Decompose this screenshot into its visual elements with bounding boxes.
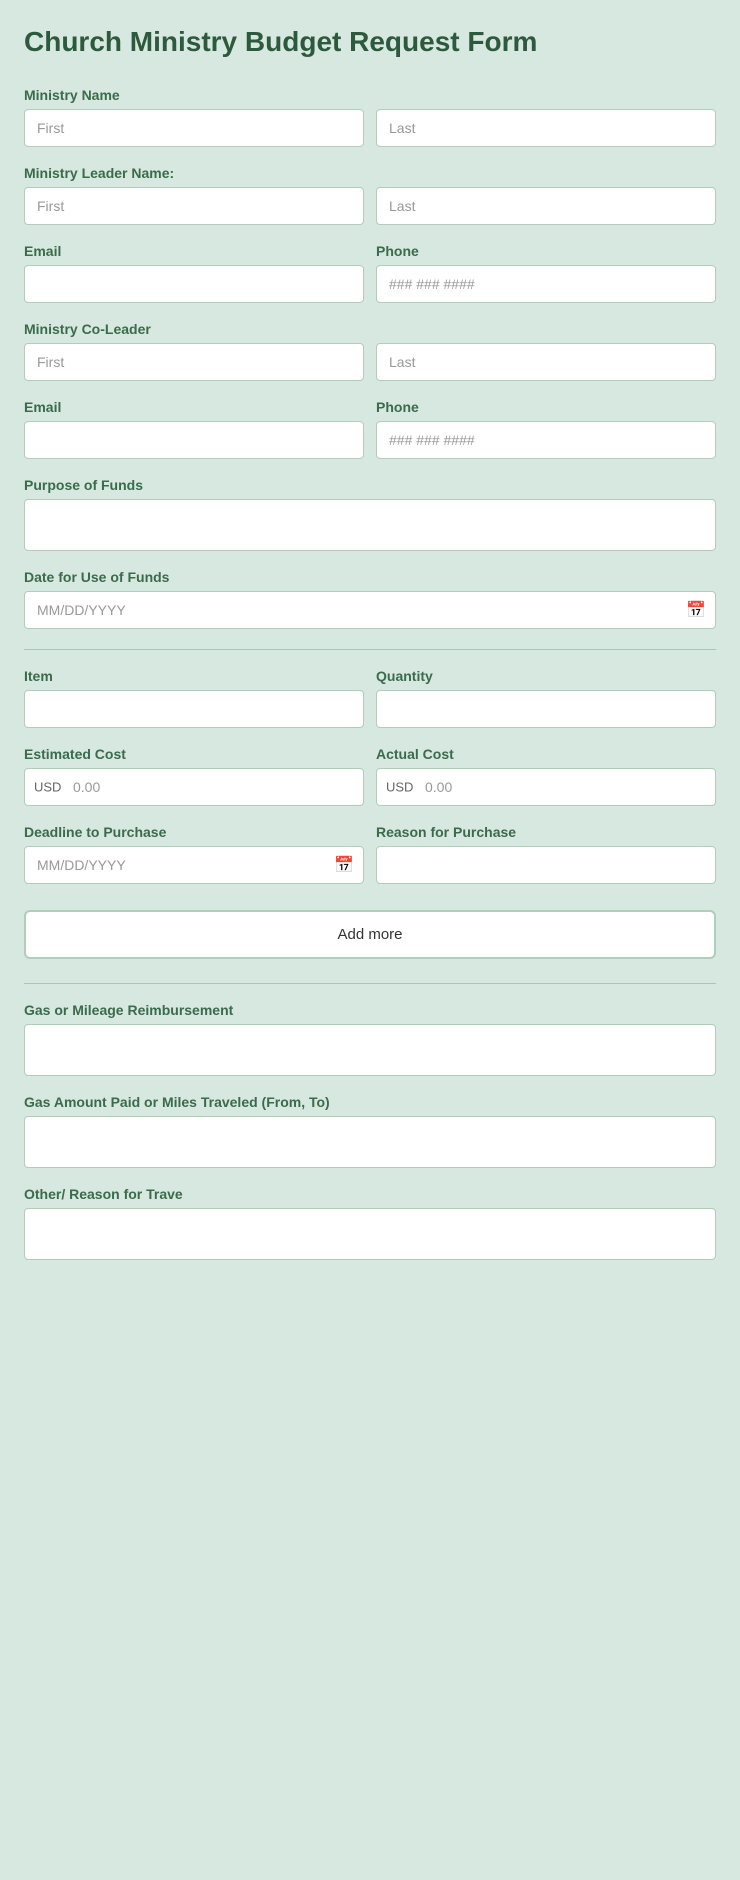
other-reason-label: Other/ Reason for Trave — [24, 1186, 716, 1202]
date-use-input-wrapper: 📅 — [24, 591, 716, 629]
coleader-section: Ministry Co-Leader — [24, 321, 716, 381]
other-reason-input[interactable] — [24, 1208, 716, 1260]
page-title: Church Ministry Budget Request Form — [24, 24, 716, 59]
deadline-col: Deadline to Purchase 📅 — [24, 824, 364, 884]
ministry-name-row — [24, 109, 716, 147]
item-quantity-row: Item Quantity — [24, 668, 716, 728]
date-use-label: Date for Use of Funds — [24, 569, 716, 585]
leader-contact-section: Email Phone — [24, 243, 716, 303]
purpose-label: Purpose of Funds — [24, 477, 716, 493]
leader-phone-col: Phone — [376, 243, 716, 303]
coleader-phone-label: Phone — [376, 399, 716, 415]
estimated-cost-col: Estimated Cost USD — [24, 746, 364, 806]
ministry-name-section: Ministry Name — [24, 87, 716, 147]
coleader-last-input[interactable] — [376, 343, 716, 381]
coleader-contact-row: Email Phone — [24, 399, 716, 459]
gas-amount-label: Gas Amount Paid or Miles Traveled (From,… — [24, 1094, 716, 1110]
estimated-cost-wrapper: USD — [24, 768, 364, 806]
ministry-leader-section: Ministry Leader Name: — [24, 165, 716, 225]
ministry-name-last-col — [376, 109, 716, 147]
coleader-first-input[interactable] — [24, 343, 364, 381]
section-divider-1 — [24, 649, 716, 650]
coleader-row — [24, 343, 716, 381]
leader-phone-input[interactable] — [376, 265, 716, 303]
item-label: Item — [24, 668, 364, 684]
ministry-leader-first-input[interactable] — [24, 187, 364, 225]
purpose-input[interactable] — [24, 499, 716, 551]
deadline-reason-row: Deadline to Purchase 📅 Reason for Purcha… — [24, 824, 716, 884]
cost-row: Estimated Cost USD Actual Cost USD — [24, 746, 716, 806]
gas-mileage-input[interactable] — [24, 1024, 716, 1076]
date-use-input[interactable] — [24, 591, 716, 629]
ministry-leader-row — [24, 187, 716, 225]
quantity-col: Quantity — [376, 668, 716, 728]
deadline-label: Deadline to Purchase — [24, 824, 364, 840]
actual-cost-label: Actual Cost — [376, 746, 716, 762]
add-more-button[interactable]: Add more — [24, 910, 716, 959]
coleader-last-col — [376, 343, 716, 381]
ministry-leader-label: Ministry Leader Name: — [24, 165, 716, 181]
coleader-phone-col: Phone — [376, 399, 716, 459]
leader-email-input[interactable] — [24, 265, 364, 303]
coleader-label: Ministry Co-Leader — [24, 321, 716, 337]
coleader-email-col: Email — [24, 399, 364, 459]
coleader-phone-input[interactable] — [376, 421, 716, 459]
item-col: Item — [24, 668, 364, 728]
estimated-cost-input[interactable] — [24, 768, 364, 806]
gas-amount-input[interactable] — [24, 1116, 716, 1168]
purpose-section: Purpose of Funds — [24, 477, 716, 551]
ministry-name-first-input[interactable] — [24, 109, 364, 147]
coleader-contact-section: Email Phone — [24, 399, 716, 459]
reason-purchase-input[interactable] — [376, 846, 716, 884]
gas-amount-section: Gas Amount Paid or Miles Traveled (From,… — [24, 1094, 716, 1168]
quantity-label: Quantity — [376, 668, 716, 684]
ministry-leader-last-input[interactable] — [376, 187, 716, 225]
item-input[interactable] — [24, 690, 364, 728]
ministry-name-label: Ministry Name — [24, 87, 716, 103]
leader-email-col: Email — [24, 243, 364, 303]
leader-phone-label: Phone — [376, 243, 716, 259]
reason-col: Reason for Purchase — [376, 824, 716, 884]
actual-cost-input[interactable] — [376, 768, 716, 806]
coleader-email-input[interactable] — [24, 421, 364, 459]
leader-contact-row: Email Phone — [24, 243, 716, 303]
cost-section: Estimated Cost USD Actual Cost USD — [24, 746, 716, 806]
deadline-input[interactable] — [24, 846, 364, 884]
actual-cost-wrapper: USD — [376, 768, 716, 806]
actual-cost-col: Actual Cost USD — [376, 746, 716, 806]
date-use-section: Date for Use of Funds 📅 — [24, 569, 716, 629]
deadline-reason-section: Deadline to Purchase 📅 Reason for Purcha… — [24, 824, 716, 884]
deadline-input-wrapper: 📅 — [24, 846, 364, 884]
item-quantity-section: Item Quantity — [24, 668, 716, 728]
ministry-name-first-col — [24, 109, 364, 147]
ministry-leader-first-col — [24, 187, 364, 225]
section-divider-2 — [24, 983, 716, 984]
ministry-name-last-input[interactable] — [376, 109, 716, 147]
coleader-email-label: Email — [24, 399, 364, 415]
quantity-input[interactable] — [376, 690, 716, 728]
gas-mileage-label: Gas or Mileage Reimbursement — [24, 1002, 716, 1018]
estimated-cost-label: Estimated Cost — [24, 746, 364, 762]
gas-mileage-section: Gas or Mileage Reimbursement — [24, 1002, 716, 1076]
reason-purchase-label: Reason for Purchase — [376, 824, 716, 840]
leader-email-label: Email — [24, 243, 364, 259]
ministry-leader-last-col — [376, 187, 716, 225]
other-reason-section: Other/ Reason for Trave — [24, 1186, 716, 1260]
coleader-first-col — [24, 343, 364, 381]
